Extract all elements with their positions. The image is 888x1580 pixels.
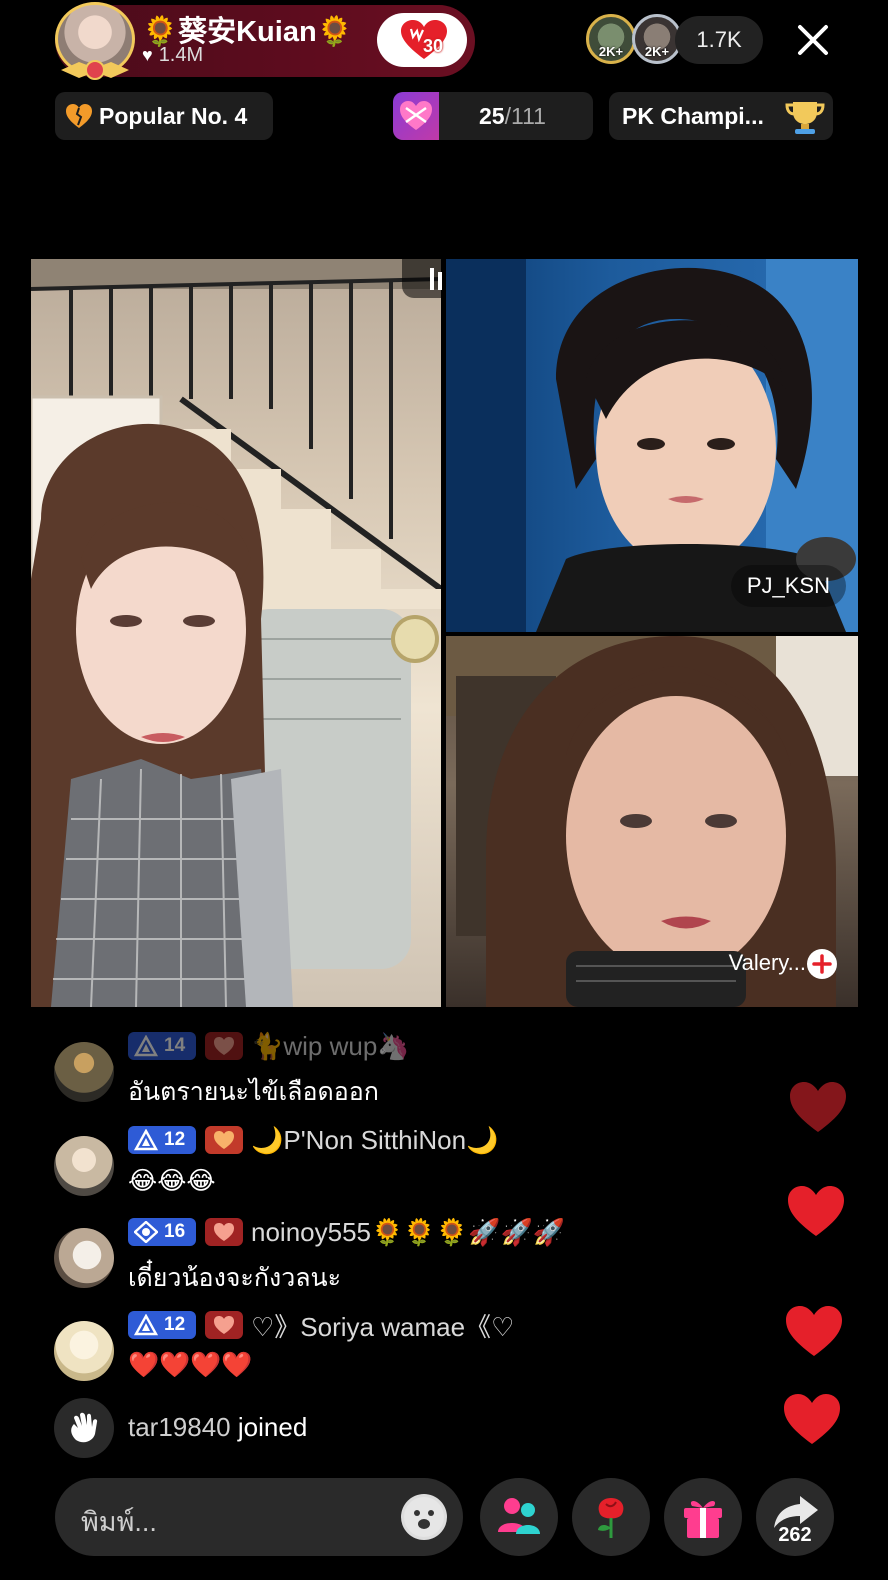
- broken-heart-icon: [66, 104, 92, 128]
- chat-avatar[interactable]: [54, 1228, 114, 1288]
- join-action: joined: [237, 1412, 308, 1442]
- gift-goal-current: 25: [479, 103, 505, 129]
- level-badge: 16: [128, 1218, 196, 1246]
- gift-button[interactable]: [664, 1478, 742, 1556]
- level-number: 12: [164, 1129, 186, 1150]
- share-button[interactable]: 262: [756, 1478, 834, 1556]
- chat-user-line: 16 noinoy555🌻🌻🌻🚀🚀🚀: [128, 1216, 565, 1248]
- chat-username[interactable]: noinoy555🌻🌻🌻🚀🚀🚀: [251, 1217, 565, 1248]
- gift-goal-chip[interactable]: 25/111: [393, 92, 593, 140]
- chat-username[interactable]: 🐈wip wup🦄: [251, 1031, 410, 1062]
- guest-name-label: Valery...: [728, 950, 806, 975]
- share-count: 262: [778, 1524, 812, 1546]
- comment-placeholder: พิมพ์...: [81, 1507, 157, 1537]
- chat-text: เดี๋ยวน้องจะกังวลนะ: [128, 1264, 342, 1292]
- fan-club-badge: [205, 1126, 243, 1154]
- level-badge: 14: [128, 1032, 196, 1060]
- chat-text: 😂😂😂: [128, 1167, 216, 1195]
- floating-heart-icon: [784, 1394, 840, 1444]
- chat-avatar[interactable]: [54, 1321, 114, 1381]
- guest-video-tile-2[interactable]: Valery...: [446, 636, 858, 1007]
- rose-icon: [598, 1498, 624, 1538]
- close-icon[interactable]: [795, 22, 831, 58]
- host-likes: ♥ 1.4M: [142, 44, 203, 67]
- host-likes-count: 1.4M: [158, 44, 204, 66]
- host-video-scene: [31, 259, 441, 1007]
- emoji-icon[interactable]: [401, 1494, 447, 1540]
- wave-hand-icon: [54, 1398, 114, 1458]
- trophy-icon: [785, 102, 825, 134]
- join-username[interactable]: tar19840: [128, 1412, 231, 1442]
- chat-username[interactable]: ♡》Soriya wamae《♡: [251, 1307, 514, 1344]
- guest-name-label: PJ_KSN: [730, 565, 846, 607]
- follow-button[interactable]: 30: [377, 13, 467, 67]
- people-icon: [498, 1498, 540, 1534]
- fan-heart-icon: [214, 1037, 234, 1055]
- chat-avatar[interactable]: [54, 1042, 114, 1102]
- top-viewer-avatar-1[interactable]: 2K+: [586, 14, 636, 64]
- chat-username[interactable]: 🌙P'Non SitthiNon🌙: [251, 1125, 498, 1156]
- level-badge: 12: [128, 1311, 196, 1339]
- rose-gift-button[interactable]: [572, 1478, 650, 1556]
- top-viewer-badge: 2K+: [644, 44, 670, 59]
- pk-champion-label: PK Champi...: [622, 103, 764, 129]
- level-number: 14: [164, 1035, 186, 1056]
- gift-goal-icon: [393, 92, 439, 140]
- gift-goal-total: /111: [504, 103, 546, 129]
- chat-user-line: 12 ♡》Soriya wamae《♡: [128, 1307, 514, 1344]
- follow-count: 30: [423, 36, 444, 56]
- level-triangle-icon: [134, 1129, 158, 1151]
- chat-avatar[interactable]: [54, 1136, 114, 1196]
- add-guest-plus-icon[interactable]: [806, 948, 838, 980]
- chat-user-line: 14 🐈wip wup🦄: [128, 1030, 410, 1062]
- level-triangle-icon: [134, 1314, 158, 1336]
- floating-heart-icon: [786, 1306, 842, 1356]
- comment-input[interactable]: พิมพ์...: [55, 1478, 463, 1556]
- fan-club-badge: [205, 1032, 243, 1060]
- chat-user-line: 12 🌙P'Non SitthiNon🌙: [128, 1124, 498, 1156]
- host-video-tile[interactable]: [31, 259, 441, 1007]
- multi-guest-button[interactable]: [480, 1478, 558, 1556]
- level-diamond-icon: [134, 1221, 158, 1243]
- pk-champion-chip[interactable]: PK Champi...: [609, 92, 833, 140]
- level-triangle-icon: [134, 1035, 158, 1057]
- fan-heart-icon: [214, 1131, 234, 1149]
- fan-club-badge: [205, 1311, 243, 1339]
- level-number: 16: [164, 1221, 186, 1242]
- top-viewer-badge: 2K+: [598, 44, 624, 59]
- fan-heart-icon: [214, 1316, 234, 1334]
- chat-text: อันตรายนะไข้เลือดออก: [128, 1078, 379, 1106]
- popular-rank-chip[interactable]: Popular No. 4: [55, 92, 273, 140]
- floating-heart-icon: [790, 1082, 846, 1132]
- fan-heart-icon: [214, 1223, 234, 1241]
- viewer-count[interactable]: 1.7K: [675, 16, 763, 64]
- heart-icon: ♥: [142, 45, 153, 65]
- fan-club-badge: [205, 1218, 243, 1246]
- popular-rank-label: Popular No. 4: [99, 103, 248, 129]
- floating-heart-icon: [788, 1186, 844, 1236]
- guest-video-tile-1[interactable]: PJ_KSN: [446, 259, 858, 632]
- chat-text: ❤️❤️❤️❤️: [128, 1351, 253, 1379]
- level-badge: 12: [128, 1126, 196, 1154]
- gift-box-icon: [684, 1501, 722, 1538]
- host-rank-badge-icon: [61, 60, 129, 80]
- level-number: 12: [164, 1314, 186, 1335]
